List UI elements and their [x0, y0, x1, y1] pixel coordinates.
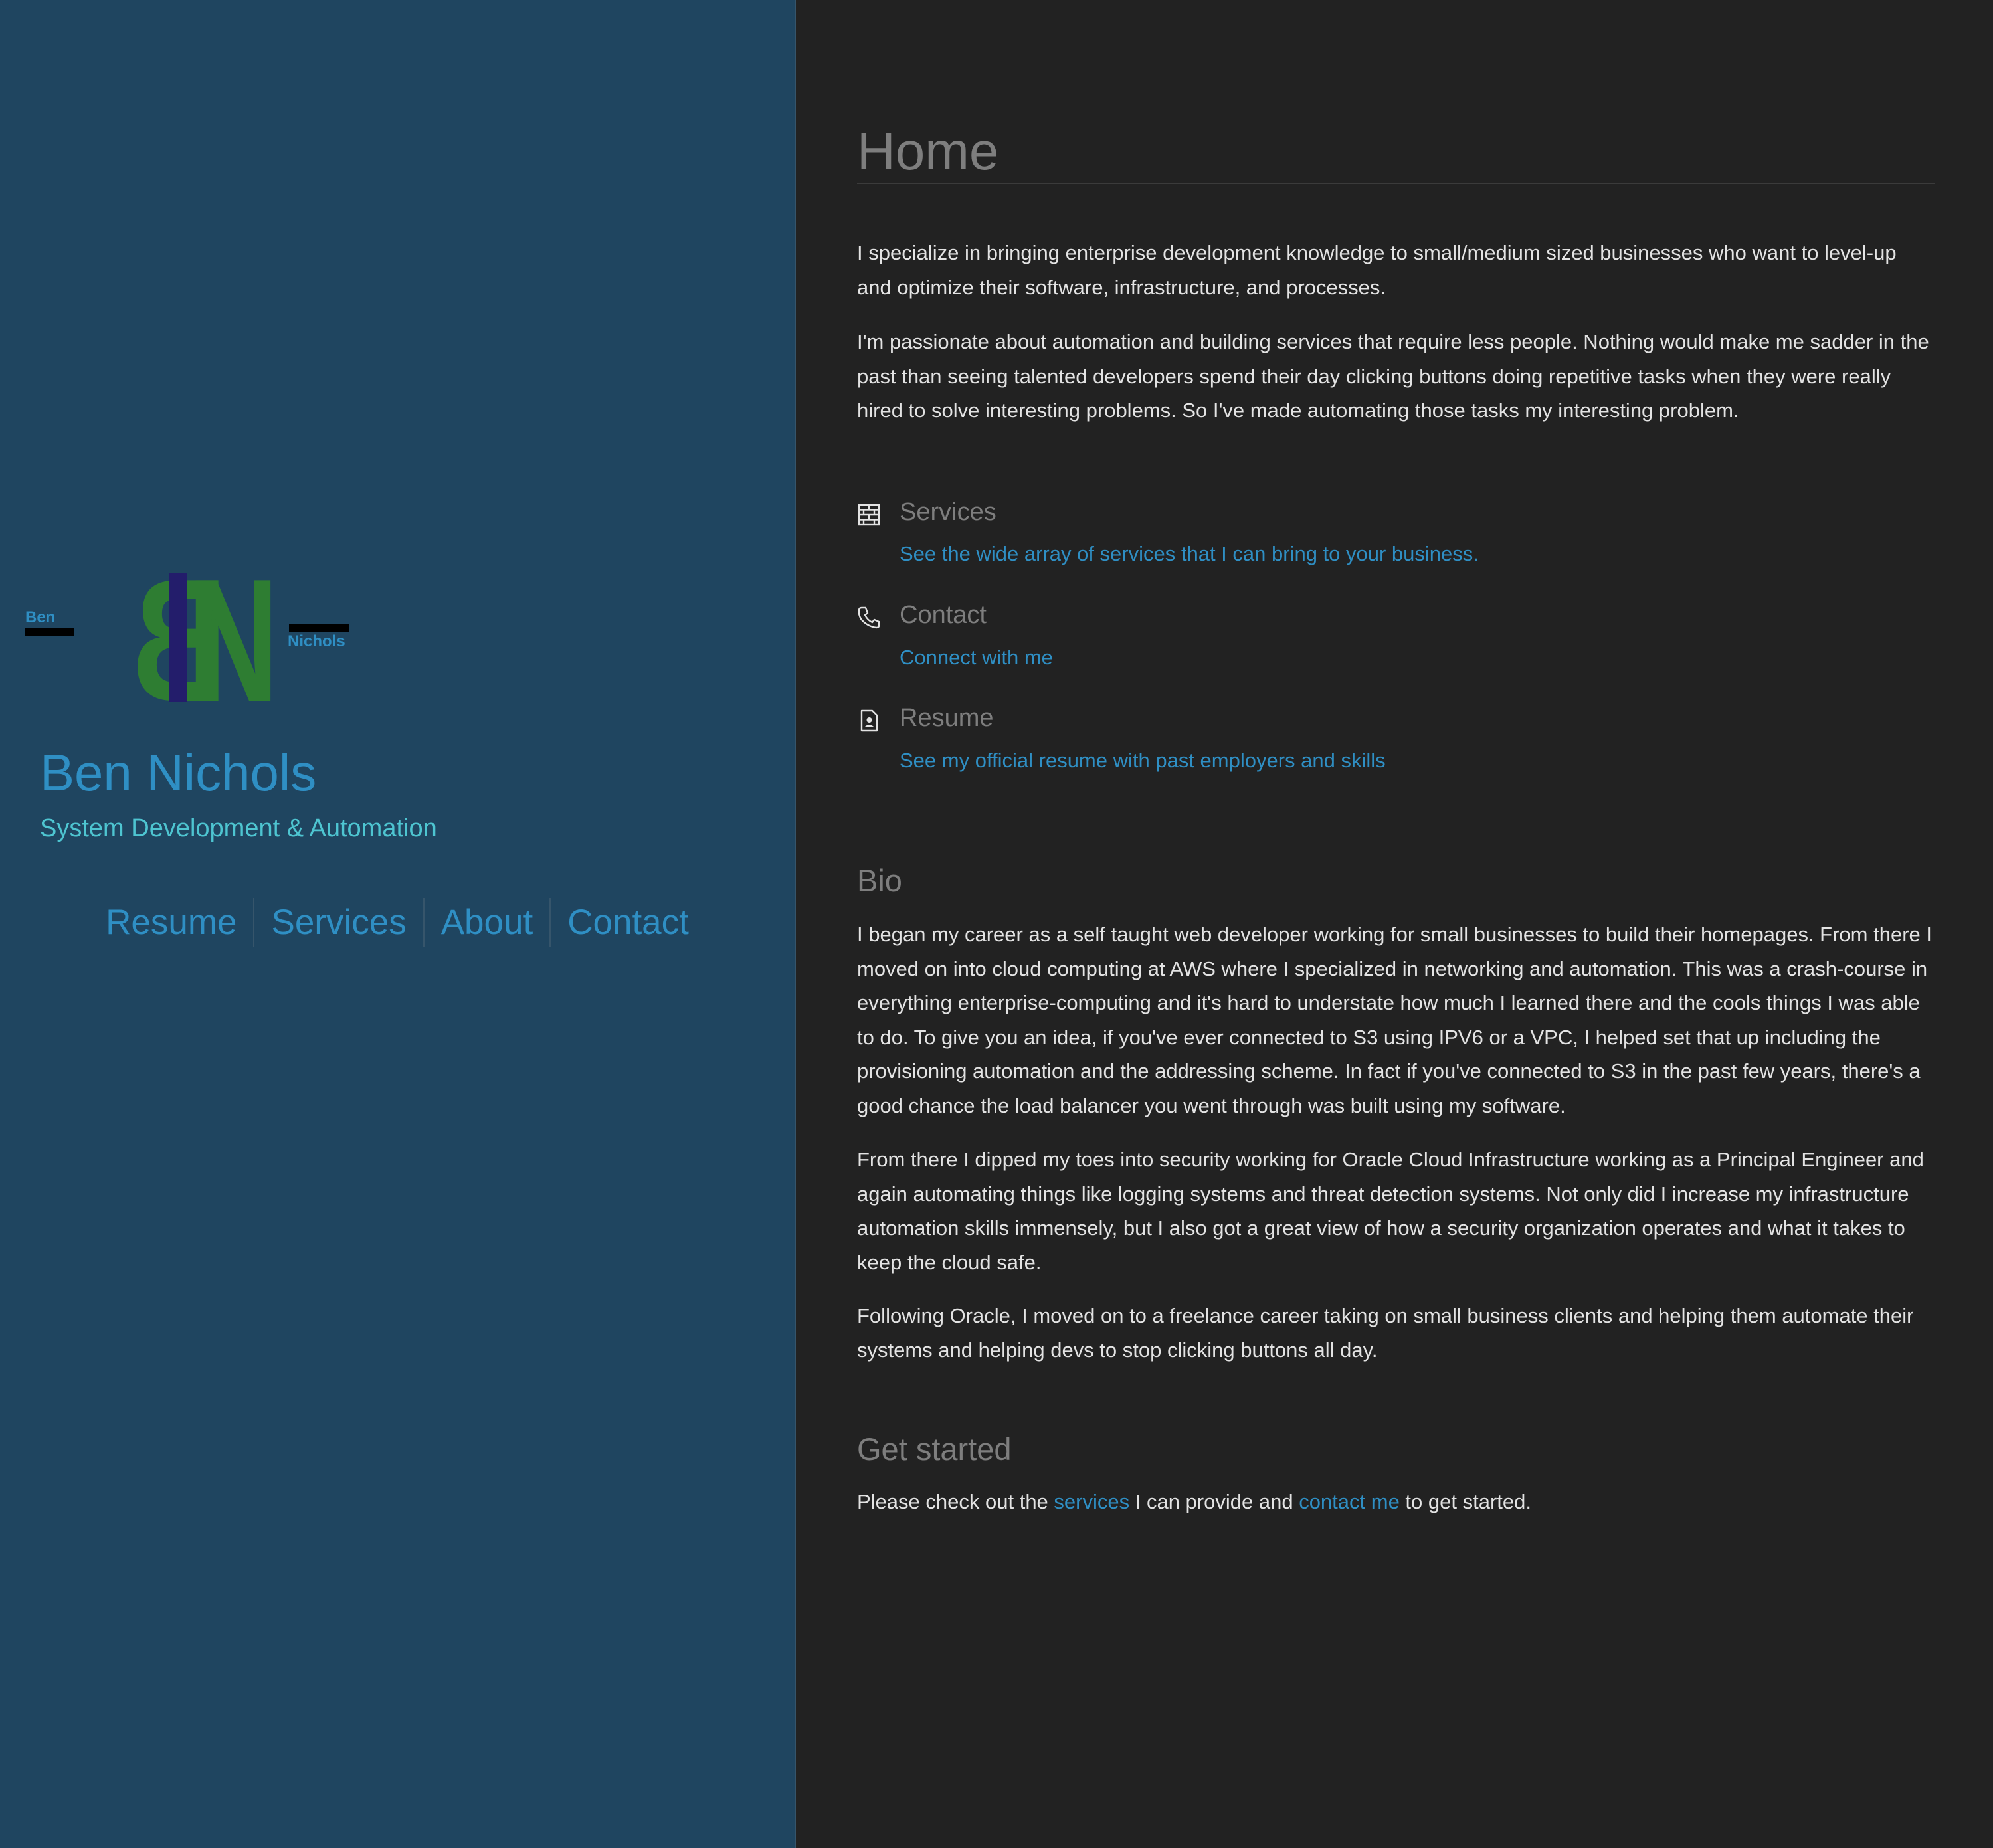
logo-first-name: Ben [25, 608, 55, 626]
main-nav: Resume Services About Contact [0, 898, 795, 947]
intro-paragraph-2: I'm passionate about automation and buil… [857, 330, 1929, 422]
resume-icon [860, 709, 878, 732]
site-name[interactable]: Ben Nichols [40, 743, 316, 803]
logo-left-bar [25, 628, 74, 636]
get-started-text-middle: I can provide and [1129, 1490, 1299, 1513]
logo-letter-n: N [187, 568, 279, 707]
brick-wall-icon [858, 504, 880, 526]
services-heading: Services [900, 498, 996, 526]
nav-item-about[interactable]: About [425, 899, 550, 947]
bio-paragraph-3: Following Oracle, I moved on to a freela… [857, 1304, 1914, 1362]
nav-item-contact[interactable]: Contact [551, 899, 706, 947]
nav-item-services[interactable]: Services [254, 899, 423, 947]
contact-heading: Contact [900, 601, 987, 629]
get-started-text: Please check out the services I can prov… [857, 1485, 1935, 1519]
bio-paragraph-1: I began my career as a self taught web d… [857, 923, 1932, 1117]
bio-paragraph-2: From there I dipped my toes into securit… [857, 1148, 1924, 1274]
logo[interactable]: Ben B N Nichols [24, 568, 356, 707]
bio-heading: Bio [857, 863, 902, 898]
sidebar: Ben B N Nichols Ben Nichols System Devel… [0, 0, 796, 1848]
contact-inline-link[interactable]: contact me [1299, 1490, 1400, 1513]
logo-center-bar [169, 573, 187, 702]
logo-right-bar [289, 624, 349, 632]
contact-link[interactable]: Connect with me [900, 646, 1053, 670]
intro-paragraph-1: I specialize in bringing enterprise deve… [857, 241, 1897, 299]
logo-last-name: Nichols [288, 632, 345, 650]
services-link[interactable]: See the wide array of services that I ca… [900, 542, 1479, 566]
get-started-text-before: Please check out the [857, 1490, 1054, 1513]
page-title: Home [857, 122, 999, 181]
phone-icon [858, 606, 880, 629]
title-divider [857, 183, 1935, 184]
services-inline-link[interactable]: services [1054, 1490, 1129, 1513]
get-started-text-after: to get started. [1399, 1490, 1531, 1513]
resume-heading: Resume [900, 704, 994, 732]
get-started-heading: Get started [857, 1432, 1012, 1467]
nav-item-resume[interactable]: Resume [89, 899, 253, 947]
resume-link[interactable]: See my official resume with past employe… [900, 749, 1386, 773]
tagline: System Development & Automation [40, 814, 437, 842]
